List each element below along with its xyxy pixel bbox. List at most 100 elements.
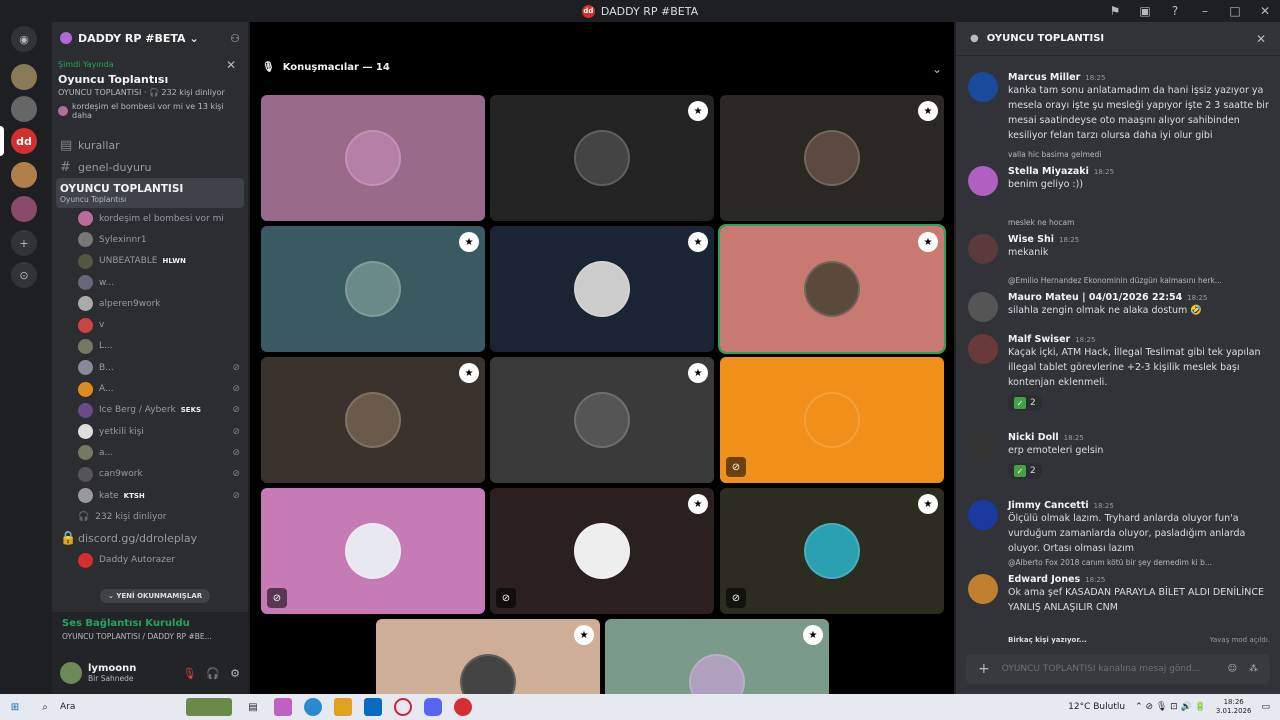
notification-icon[interactable]: ▭ — [1261, 702, 1270, 712]
screen-icon[interactable]: ▣ — [1130, 4, 1160, 18]
add-attachment-icon[interactable]: + — [978, 661, 990, 677]
app-icon[interactable] — [454, 698, 472, 716]
server-icon[interactable] — [11, 162, 37, 188]
voice-user[interactable]: Ice Berg / Ayberk SEKS ⊘ — [52, 400, 248, 421]
speaker-tile[interactable]: ★ — [490, 95, 714, 221]
author-name[interactable]: Jimmy Cancetti — [1008, 500, 1089, 511]
speaker-tile[interactable]: ★ — [720, 95, 944, 221]
help-icon[interactable]: ? — [1160, 4, 1190, 18]
mic-muted-icon[interactable]: 🎙 — [182, 667, 196, 680]
opera-icon[interactable] — [394, 698, 412, 716]
server-icon[interactable] — [11, 96, 37, 122]
discord-home-icon[interactable]: ◉ — [11, 26, 37, 52]
gear-icon[interactable]: ⚙ — [230, 667, 240, 680]
discover-icon[interactable]: ⊙ — [11, 262, 37, 288]
speaker-tile[interactable]: ⊘ — [720, 357, 944, 483]
task-view-icon[interactable]: ▤ — [244, 698, 262, 716]
author-name[interactable]: Wise Shi — [1008, 234, 1054, 245]
voice-user[interactable]: B... ⊘ — [52, 357, 248, 378]
avatar[interactable] — [968, 166, 998, 196]
system-tray-icons[interactable]: ⌃ ⊘ 🎙 ⊡ 🔊 🔋 — [1135, 702, 1206, 712]
voice-user[interactable]: kordeşim el bombesi vor mi — [52, 208, 248, 229]
voice-user[interactable]: a... ⊘ — [52, 442, 248, 463]
channel-genel-duyuru[interactable]: # genel-duyuru — [52, 156, 248, 178]
speaker-tile[interactable]: ★ ⊘ — [720, 488, 944, 614]
voice-user[interactable]: alperen9work — [52, 293, 248, 314]
message-input[interactable]: + OYUNCU TOPLANTISI kanalına mesaj gönd.… — [966, 654, 1270, 684]
author-name[interactable]: Nicki Doll — [1008, 432, 1059, 443]
avatar[interactable] — [968, 292, 998, 322]
server-icon-daddy-rp[interactable]: dd — [11, 128, 37, 154]
voice-user[interactable]: Sylexinnr1 — [52, 229, 248, 250]
add-server-icon[interactable]: + — [11, 230, 37, 256]
speaker-tile[interactable]: ★ — [490, 226, 714, 352]
speaker-tile[interactable]: ★ — [490, 357, 714, 483]
author-name[interactable]: Malf Swiser — [1008, 334, 1070, 345]
reaction[interactable]: ✓ 2 — [1008, 395, 1042, 411]
avatar[interactable] — [968, 500, 998, 530]
author-name[interactable]: Edward Jones — [1008, 574, 1080, 585]
windows-start-icon[interactable]: ⊞ — [6, 698, 24, 716]
discord-icon[interactable] — [424, 698, 442, 716]
voice-user[interactable]: A... ⊘ — [52, 378, 248, 399]
apps-icon[interactable]: ⁂ — [1249, 664, 1258, 674]
chevron-down-icon[interactable]: ⌄ — [932, 62, 942, 76]
voice-user[interactable]: yetkili kişi ⊘ — [52, 421, 248, 442]
headphones-icon[interactable]: 🎧 — [206, 667, 220, 680]
taskbar-search[interactable]: Ara — [60, 702, 180, 712]
speaker-tile[interactable]: ★ ⊘ — [490, 488, 714, 614]
new-unread-button[interactable]: ⌄ YENİ OKUNMAMIŞLAR — [100, 589, 211, 603]
close-icon[interactable]: ✕ — [1256, 32, 1266, 46]
voice-user[interactable]: UNBEATABLE HLWN — [52, 251, 248, 272]
speaker-tile[interactable]: ★ — [261, 226, 485, 352]
minimize-button[interactable]: – — [1190, 4, 1220, 18]
invite-icon[interactable]: ⚇ — [230, 32, 240, 45]
clock[interactable]: 18:26 3.01.2026 — [1216, 698, 1252, 716]
avatar[interactable] — [968, 334, 998, 364]
voice-user[interactable]: can9work ⊘ — [52, 464, 248, 485]
avatar[interactable] — [968, 72, 998, 102]
store-icon[interactable] — [364, 698, 382, 716]
speaker-tile[interactable]: ★ — [261, 357, 485, 483]
inbox-icon[interactable]: ⚑ — [1100, 4, 1130, 18]
close-window-button[interactable]: ✕ — [1250, 4, 1280, 18]
channel-discord-link[interactable]: 🔒 discord.gg/ddroleplay — [52, 527, 248, 549]
avatar[interactable] — [60, 662, 82, 684]
voice-user[interactable]: Daddy Autorazer — [52, 549, 248, 570]
reply-preview[interactable]: @Alberto Fox 2018 canım kötü bir şey dem… — [1008, 558, 1212, 567]
voice-user[interactable]: v — [52, 314, 248, 335]
voice-user[interactable]: w... — [52, 272, 248, 293]
reply-preview[interactable]: @Emilio Hernandez Ekonominin düzgün kalm… — [1008, 276, 1222, 285]
reply-preview[interactable]: meslek ne hocam — [1008, 218, 1074, 227]
avatar[interactable] — [968, 432, 998, 462]
server-header[interactable]: DADDY RP #BETA ⌄ ⚇ — [52, 22, 248, 54]
channel-kurallar[interactable]: ▤ kurallar — [52, 134, 248, 156]
search-icon[interactable]: ⌕ — [36, 698, 54, 716]
copilot-icon[interactable] — [274, 698, 292, 716]
avatar[interactable] — [968, 234, 998, 264]
speaker-tile[interactable] — [261, 95, 485, 221]
listeners-row[interactable]: 🎧 232 kişi dinliyor — [52, 506, 248, 527]
author-name[interactable]: Marcus Miller — [1008, 72, 1080, 83]
voice-user[interactable]: kate KTSH ⊘ — [52, 485, 248, 506]
speaker-tile[interactable]: ★ — [718, 224, 946, 354]
message-text: Ölçülü olmak lazım. Tryhard anlarda oluy… — [1008, 513, 1246, 554]
file-explorer-icon[interactable] — [334, 698, 352, 716]
server-icon[interactable] — [11, 196, 37, 222]
weather[interactable]: 12°C Bulutlu — [1068, 702, 1125, 712]
avatar[interactable] — [968, 574, 998, 604]
voice-user[interactable]: L... — [52, 336, 248, 357]
channel-oyuncu-toplantisi[interactable]: OYUNCU TOPLANTISI Oyuncu Toplantısı — [56, 178, 244, 208]
reply-preview[interactable]: valla hic basima gelmedi — [1008, 150, 1101, 159]
speaker-tile[interactable]: ⊘ — [261, 488, 485, 614]
emoji-icon[interactable]: ☺ — [1228, 664, 1237, 674]
author-name[interactable]: Stella Miyazaki — [1008, 166, 1089, 177]
close-icon[interactable]: ✕ — [226, 58, 236, 72]
edge-icon[interactable] — [304, 698, 322, 716]
reaction[interactable]: ✓ 2 — [1008, 463, 1042, 479]
live-stage-card[interactable]: Şimdi Yayında Oyuncu Toplantısı OYUNCU T… — [58, 54, 242, 124]
author-name[interactable]: Mauro Mateu | 04/01/2026 22:54 — [1008, 292, 1182, 303]
user-tag: SEKS — [180, 406, 202, 415]
maximize-button[interactable]: □ — [1220, 4, 1250, 18]
server-icon[interactable] — [11, 64, 37, 90]
